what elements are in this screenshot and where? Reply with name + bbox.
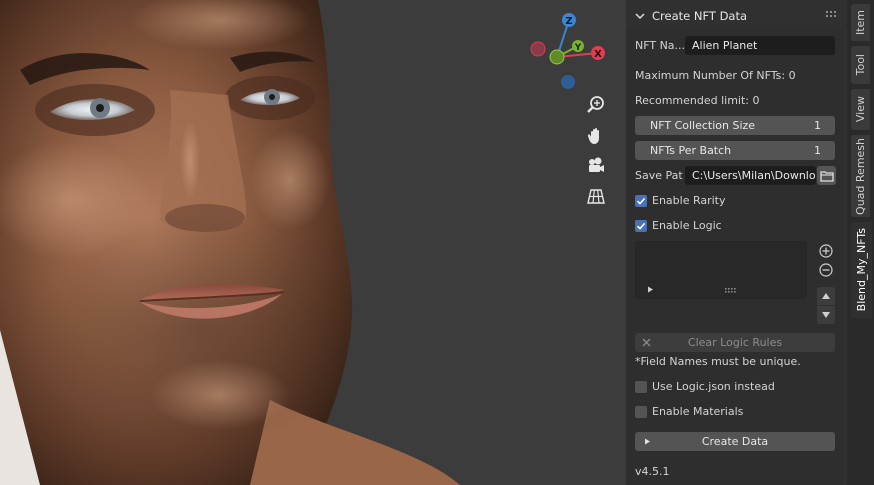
sidebar-panel: Create NFT Data NFT Na... Alien Planet M…	[626, 4, 844, 485]
add-rule-button[interactable]	[817, 242, 835, 260]
tab-tool[interactable]: Tool	[851, 46, 870, 84]
checkmark-icon	[636, 222, 646, 230]
folder-icon	[819, 170, 834, 182]
browse-folder-button[interactable]	[817, 166, 836, 185]
gizmo-neg-x-icon[interactable]	[530, 41, 546, 57]
tab-blend-my-nfts[interactable]: Blend_My_NFTs	[851, 222, 872, 318]
max-nfts-text: Maximum Number Of NFTs: 0	[635, 69, 796, 82]
tab-quad-remesh[interactable]: Quad Remesh	[851, 135, 870, 217]
remove-rule-button[interactable]	[817, 261, 835, 279]
panel-header[interactable]: Create NFT Data	[626, 4, 844, 28]
create-data-button[interactable]: Create Data	[635, 432, 835, 451]
pan-button[interactable]	[583, 123, 609, 149]
hand-icon	[587, 128, 599, 144]
navigation-gizmo[interactable]: Z Y X	[526, 8, 612, 94]
tab-blend-my-nfts-label: Blend_My_NFTs	[855, 228, 868, 312]
expand-triangle-icon[interactable]	[647, 286, 654, 293]
field-names-note-row: *Field Names must be unique.	[635, 352, 835, 371]
field-names-note: *Field Names must be unique.	[635, 355, 801, 368]
tab-item-label: Item	[854, 9, 867, 36]
minus-circle-icon	[819, 263, 833, 277]
gizmo-y-label: Y	[574, 43, 582, 53]
enable-materials-label: Enable Materials	[652, 405, 744, 418]
play-triangle-icon	[645, 438, 650, 445]
nft-name-row: NFT Na... Alien Planet	[635, 36, 835, 55]
enable-rarity-row[interactable]: Enable Rarity	[635, 191, 835, 210]
camera-view-button[interactable]	[583, 153, 609, 179]
save-path-input[interactable]: C:\Users\Milan\Downlo...	[685, 166, 816, 185]
tab-quad-remesh-label: Quad Remesh	[854, 137, 867, 215]
nft-collection-size-field[interactable]: NFT Collection Size 1	[635, 116, 835, 135]
resize-grip-icon[interactable]	[725, 288, 737, 293]
enable-logic-label: Enable Logic	[652, 219, 722, 232]
version-row: v4.5.1	[635, 462, 835, 481]
tab-tool-label: Tool	[854, 54, 867, 76]
create-data-label: Create Data	[701, 435, 769, 448]
grid-perspective-icon	[587, 189, 605, 204]
triangle-up-icon	[822, 293, 830, 299]
save-path-row: Save Pat C:\Users\Milan\Downlo...	[635, 166, 836, 185]
enable-logic-checkbox[interactable]	[635, 219, 647, 232]
orthographic-toggle-button[interactable]	[583, 183, 609, 209]
use-logic-json-checkbox[interactable]	[635, 380, 647, 393]
checkmark-icon	[636, 197, 646, 205]
enable-rarity-checkbox[interactable]	[635, 194, 647, 207]
gizmo-x-label: X	[594, 49, 602, 60]
tab-view[interactable]: View	[851, 89, 870, 130]
collection-size-label: NFT Collection Size	[650, 119, 756, 132]
recommended-limit-text: Recommended limit: 0	[635, 94, 760, 107]
max-nfts-row: Maximum Number Of NFTs: 0	[635, 66, 835, 85]
plus-circle-icon	[819, 244, 833, 258]
clear-logic-rules-label: Clear Logic Rules	[687, 336, 783, 349]
panel-title: Create NFT Data	[652, 9, 748, 23]
enable-materials-checkbox[interactable]	[635, 405, 647, 418]
tab-item[interactable]: Item	[851, 4, 870, 41]
save-path-label: Save Pat	[635, 169, 683, 182]
drag-grip-icon[interactable]	[826, 11, 836, 20]
per-batch-row: NFTs Per Batch 1	[635, 141, 835, 160]
version-text: v4.5.1	[635, 465, 670, 478]
nft-name-label: NFT Na...	[635, 39, 686, 52]
triangle-down-icon	[822, 312, 830, 318]
per-batch-label: NFTs Per Batch	[650, 144, 732, 157]
zoom-magnifier-icon	[587, 96, 604, 113]
use-logic-json-row[interactable]: Use Logic.json instead	[635, 377, 835, 396]
nft-name-input[interactable]: Alien Planet	[685, 36, 835, 55]
per-batch-value: 1	[814, 144, 821, 157]
gizmo-neg-y-icon[interactable]	[549, 49, 565, 65]
close-x-icon	[642, 338, 651, 347]
enable-logic-row[interactable]: Enable Logic	[635, 216, 835, 235]
chevron-down-icon	[635, 13, 645, 20]
gizmo-neg-z-icon[interactable]	[561, 75, 575, 89]
gizmo-z-label: Z	[565, 16, 572, 27]
nfts-per-batch-field[interactable]: NFTs Per Batch 1	[635, 141, 835, 160]
move-down-button[interactable]	[817, 306, 835, 324]
camera-icon	[589, 157, 604, 172]
move-up-button[interactable]	[817, 287, 835, 305]
tab-view-label: View	[854, 96, 867, 123]
sidebar-tabs: Item Tool View Quad Remesh Blend_My_NFTs	[847, 0, 874, 485]
panel-body: Create NFT Data NFT Na... Alien Planet M…	[626, 4, 844, 485]
clear-logic-rules-button[interactable]: Clear Logic Rules	[635, 333, 835, 352]
recommended-row: Recommended limit: 0	[635, 91, 835, 110]
use-logic-json-label: Use Logic.json instead	[652, 380, 775, 393]
zoom-button[interactable]	[583, 92, 609, 118]
enable-materials-row[interactable]: Enable Materials	[635, 402, 835, 421]
collection-size-row: NFT Collection Size 1	[635, 116, 835, 135]
enable-rarity-label: Enable Rarity	[652, 194, 726, 207]
collection-size-value: 1	[814, 119, 821, 132]
logic-rules-list[interactable]	[635, 241, 807, 299]
3d-viewport[interactable]: Z Y X	[0, 0, 626, 485]
